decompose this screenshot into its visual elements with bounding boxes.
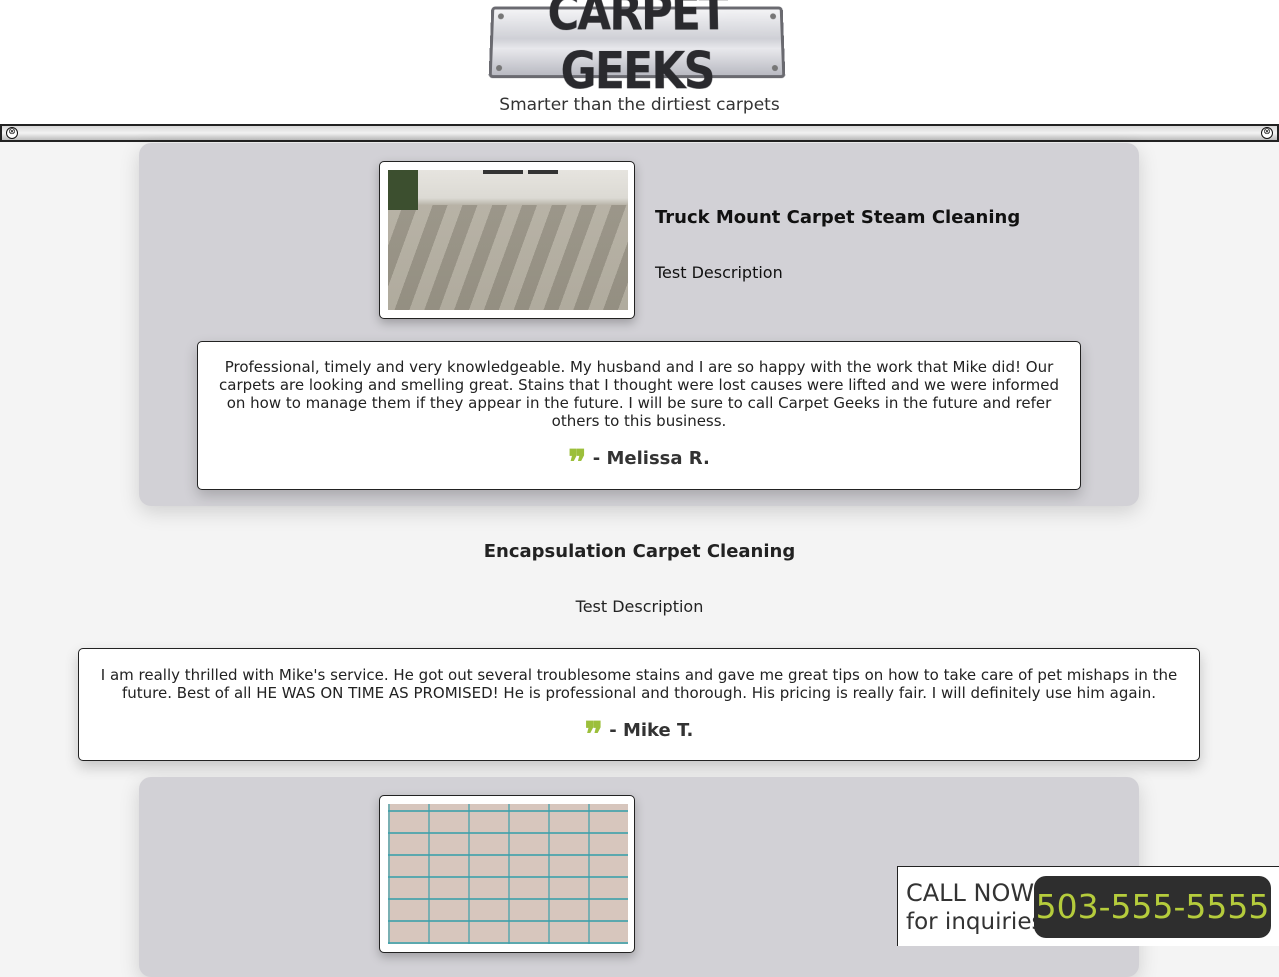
site-header: CARPET GEEKS Smarter than the dirtiest c…: [0, 0, 1279, 124]
service-title: Truck Mount Carpet Steam Cleaning: [655, 207, 1021, 228]
banner-bar: ⊗ ⊗: [0, 124, 1279, 142]
service-photo-frame: [379, 161, 635, 319]
close-right-icon[interactable]: ⊗: [1261, 127, 1273, 139]
testimonial-author: - Melissa R.: [592, 448, 710, 469]
inquiries-label: for inquiries: [906, 909, 1044, 935]
service-photo-frame: [379, 795, 635, 953]
call-now-box: CALL NOW for inquiries 503-555-5555: [897, 866, 1279, 946]
carpet-geeks-logo[interactable]: CARPET GEEKS: [488, 0, 786, 101]
service-description: Test Description: [575, 597, 704, 616]
testimonial-text: Professional, timely and very knowledgea…: [219, 358, 1059, 430]
testimonial-card: Professional, timely and very knowledgea…: [197, 341, 1081, 490]
quote-icon: ❞: [584, 715, 603, 755]
tile-grout-photo: [388, 804, 628, 944]
testimonial-text: I am really thrilled with Mike's service…: [100, 666, 1178, 702]
tagline: Smarter than the dirtiest carpets: [499, 95, 780, 115]
steam-cleaned-room-photo: [388, 170, 628, 310]
testimonial-author-row: ❞ - Melissa R.: [212, 446, 1066, 480]
phone-number-button[interactable]: 503-555-5555: [1034, 876, 1271, 938]
service-title: Encapsulation Carpet Cleaning: [483, 541, 796, 562]
testimonial-card: I am really thrilled with Mike's service…: [78, 648, 1200, 761]
logo-text: CARPET GEEKS: [546, 0, 728, 102]
testimonial-author-row: ❞ - Mike T.: [99, 718, 1179, 752]
quote-icon: ❞: [568, 443, 587, 483]
testimonial-author: - Mike T.: [609, 720, 694, 741]
close-left-icon[interactable]: ⊗: [6, 127, 18, 139]
service-description: Test Description: [655, 263, 783, 282]
call-now-label: CALL NOW: [906, 879, 1035, 907]
service-panel-steam: Truck Mount Carpet Steam Cleaning Test D…: [139, 143, 1139, 506]
